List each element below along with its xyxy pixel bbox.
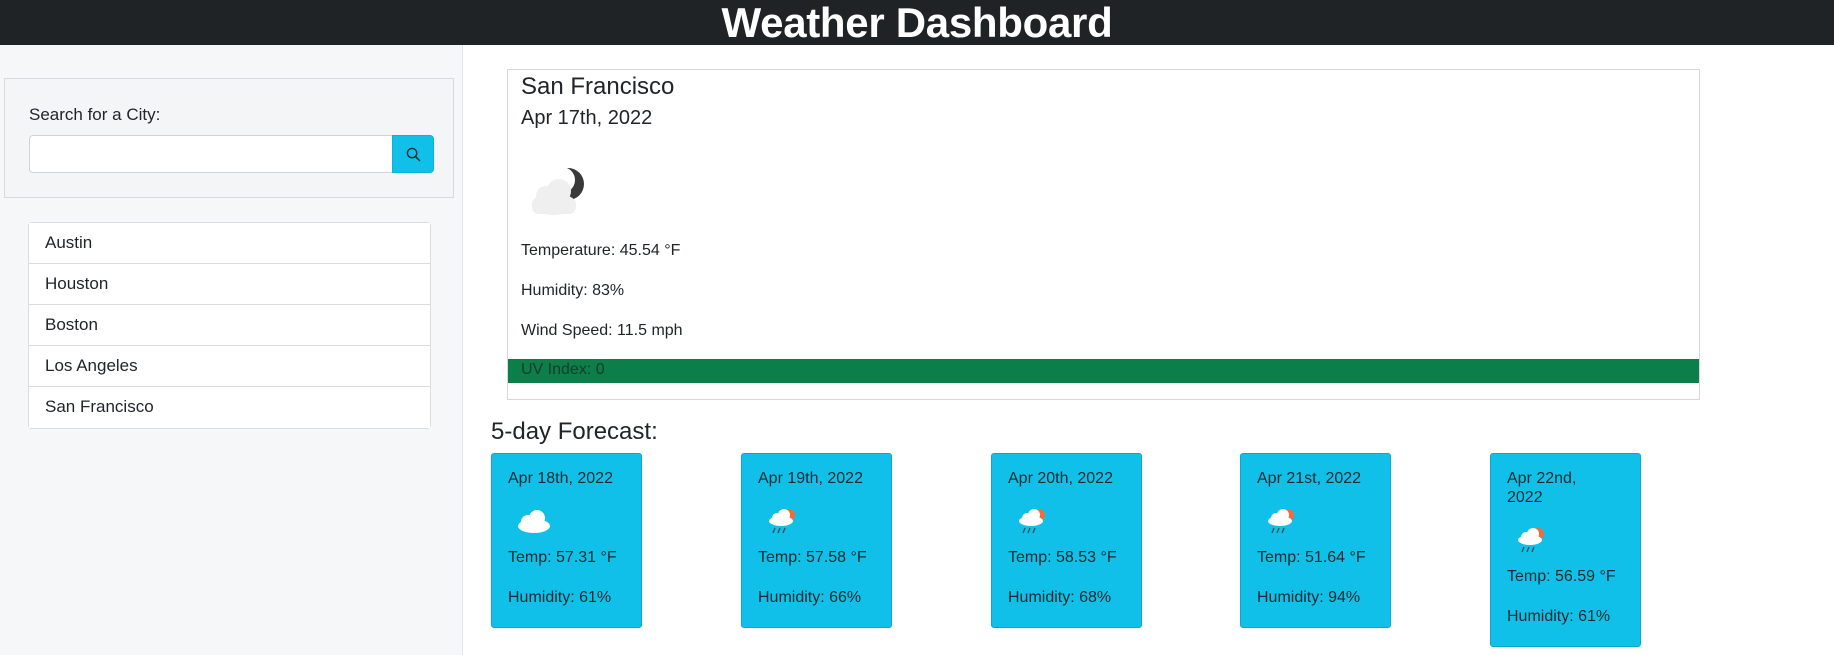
search-icon — [406, 147, 421, 162]
forecast-temp: Temp: 51.64 °F — [1257, 549, 1366, 566]
forecast-card: Apr 19th, 2022 Temp: 57.58 °F Humidity: … — [741, 453, 892, 628]
sun-rain-icon — [769, 509, 795, 534]
forecast-date: Apr 20th, 2022 — [1008, 470, 1113, 487]
forecast-date: Apr 22nd, 2022 — [1507, 470, 1577, 506]
forecast-date: Apr 18th, 2022 — [508, 470, 613, 487]
search-button[interactable] — [392, 135, 434, 173]
history-item-boston[interactable]: Boston — [29, 305, 430, 346]
search-label: Search for a City: — [29, 105, 161, 124]
current-temperature: Temperature: 45.54 °F — [521, 242, 681, 259]
header-bar: Weather Dashboard — [0, 0, 1834, 45]
forecast-humidity: Humidity: 61% — [1507, 608, 1611, 625]
forecast-temp: Temp: 57.31 °F — [508, 549, 617, 566]
forecast-humidity: Humidity: 94% — [1257, 589, 1361, 606]
forecast-date: Apr 21st, 2022 — [1257, 470, 1362, 487]
current-city-name: San Francisco — [521, 73, 675, 100]
page-title: Weather Dashboard — [721, 0, 1113, 46]
forecast-card: Apr 21st, 2022 Temp: 51.64 °F Humidity: … — [1240, 453, 1391, 628]
night-cloudy-icon — [532, 167, 584, 215]
sun-rain-icon — [1518, 528, 1544, 553]
uv-index-text: UV Index: 0 — [521, 361, 605, 378]
history-item-san-francisco[interactable]: San Francisco — [29, 387, 430, 428]
city-search-input[interactable] — [29, 135, 393, 173]
sun-rain-icon — [1019, 509, 1045, 534]
sidebar: Search for a City: Austin Houston Boston… — [0, 45, 463, 655]
search-history-list: Austin Houston Boston Los Angeles San Fr… — [28, 222, 431, 429]
forecast-temp: Temp: 56.59 °F — [1507, 568, 1616, 585]
current-weather-card: San Francisco Apr 17th, 2022 Temperature… — [507, 69, 1700, 400]
cloud-icon — [518, 510, 550, 533]
current-humidity: Humidity: 83% — [521, 282, 625, 299]
forecast-humidity: Humidity: 68% — [1008, 589, 1112, 606]
forecast-card: Apr 22nd, 2022 Temp: 56.59 °F Humidity: … — [1490, 453, 1641, 647]
history-item-austin[interactable]: Austin — [29, 223, 430, 264]
forecast-humidity: Humidity: 66% — [758, 589, 862, 606]
search-panel: Search for a City: — [4, 78, 454, 198]
current-wind-speed: Wind Speed: 11.5 mph — [521, 322, 683, 339]
forecast-temp: Temp: 57.58 °F — [758, 549, 867, 566]
history-item-houston[interactable]: Houston — [29, 264, 430, 305]
forecast-title: 5-day Forecast: — [491, 418, 658, 445]
sun-rain-icon — [1268, 509, 1294, 534]
forecast-temp: Temp: 58.53 °F — [1008, 549, 1117, 566]
forecast-date: Apr 19th, 2022 — [758, 470, 863, 487]
current-date: Apr 17th, 2022 — [521, 107, 653, 129]
history-item-los-angeles[interactable]: Los Angeles — [29, 346, 430, 387]
forecast-humidity: Humidity: 61% — [508, 589, 612, 606]
forecast-card: Apr 20th, 2022 Temp: 58.53 °F Humidity: … — [991, 453, 1142, 628]
uv-index-bar: UV Index: 0 — [508, 359, 1699, 383]
forecast-card: Apr 18th, 2022 Temp: 57.31 °F Humidity: … — [491, 453, 642, 628]
